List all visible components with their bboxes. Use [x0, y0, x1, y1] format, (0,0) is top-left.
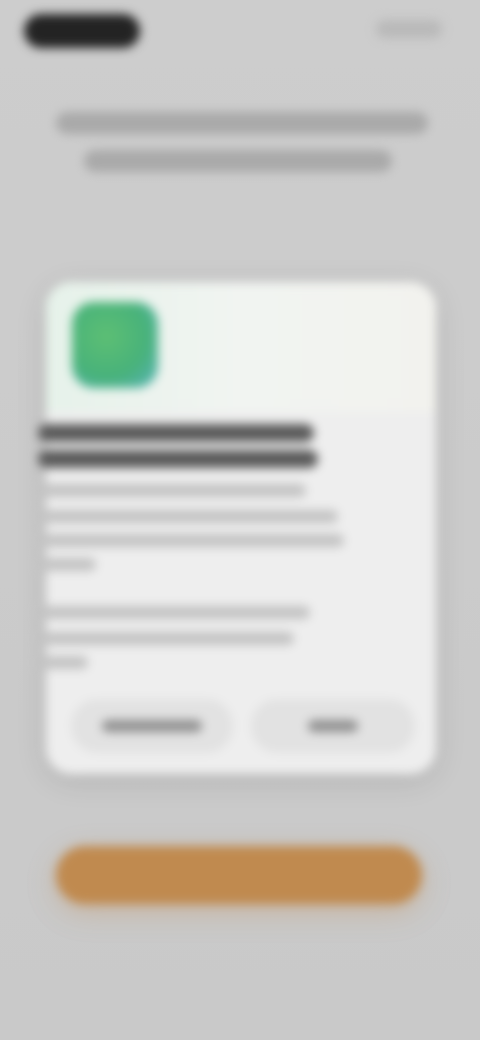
card-primary-button[interactable]	[252, 700, 414, 752]
top-left-pill-button[interactable]	[24, 14, 140, 48]
app-icon	[72, 302, 158, 388]
screen	[0, 0, 480, 1040]
card-title-line-2	[38, 450, 318, 468]
blurred-content	[0, 0, 480, 1040]
card-body-line	[38, 656, 88, 669]
card-body-line	[38, 484, 306, 497]
top-right-link[interactable]	[376, 20, 442, 38]
card-body-line	[38, 510, 338, 523]
heading-line-1	[56, 112, 428, 134]
card-body-line	[38, 534, 344, 547]
card-primary-button-label	[308, 720, 358, 732]
card-body-line	[38, 632, 294, 645]
card-secondary-button-label	[102, 720, 202, 732]
continue-button[interactable]	[56, 846, 422, 904]
card-body-line	[38, 558, 96, 571]
card-body-line	[38, 606, 310, 619]
card-title-line-1	[38, 424, 314, 442]
heading-line-2	[84, 150, 392, 172]
card-secondary-button[interactable]	[72, 700, 232, 752]
